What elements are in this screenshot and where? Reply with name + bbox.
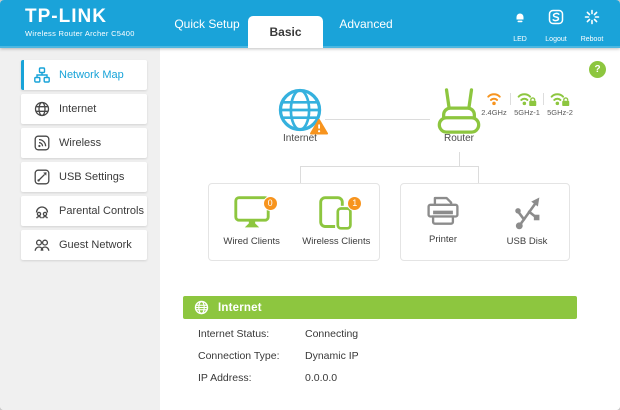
wired-clients-label: Wired Clients [210,236,294,247]
wired-clients-count-badge: 0 [263,196,278,211]
band-label: 5GHz-2 [545,108,575,117]
internet-status-row: Internet Status: Connecting [198,323,578,345]
internet-node[interactable] [277,87,323,133]
internet-node-label: Internet [248,133,352,144]
reboot-icon [584,9,600,25]
header-bar: TP-LINK Wireless Router Archer C5400 Qui… [0,0,620,48]
network-map-panel: ? Internet [160,48,620,410]
wireless-clients-label: Wireless Clients [294,236,378,247]
ip-address-value: 0.0.0.0 [305,372,337,384]
sidebar-item-guest-network[interactable]: Guest Network [21,230,147,260]
help-button[interactable]: ? [589,61,606,78]
usb-disk-item[interactable]: USB Disk [485,195,569,260]
wifi-secured-icon [550,91,570,106]
ip-address-row: IP Address: 0.0.0.0 [198,367,578,389]
header-actions: LED Logout Reboot [502,0,610,48]
led-label: LED [502,36,538,43]
reboot-label: Reboot [574,36,610,43]
router-node-label: Router [411,133,507,144]
brand-block: TP-LINK Wireless Router Archer C5400 [25,7,135,38]
guest-network-icon [34,237,50,253]
connection-type-value: Dynamic IP [305,350,359,362]
sidebar-item-label: USB Settings [59,171,124,183]
reboot-button[interactable]: Reboot [574,0,610,48]
peripherals-card: Printer USB Disk [400,183,570,261]
line-drop-peripherals [478,166,479,183]
wireless-icon [34,135,50,151]
clients-card: 0 Wired Clients 1 Wireless Clients [208,183,380,261]
internet-status-value: Connecting [305,328,358,340]
wireless-clients-item[interactable]: 1 Wireless Clients [294,195,378,260]
router-node[interactable] [436,87,482,135]
printer-item[interactable]: Printer [401,195,485,260]
parental-controls-icon [34,203,50,219]
internet-panel-rows: Internet Status: Connecting Connection T… [198,323,578,389]
wired-clients-item[interactable]: 0 Wired Clients [210,195,294,260]
sidebar-item-label: Network Map [59,69,124,81]
sidebar-item-internet[interactable]: Internet [21,94,147,124]
band-2-4ghz: 2.4GHz [479,91,509,117]
wifi-secured-icon [517,91,537,106]
printer-label: Printer [401,234,485,245]
sidebar-item-usb-settings[interactable]: USB Settings [21,162,147,192]
led-button[interactable]: LED [502,0,538,48]
band-divider [510,93,511,105]
sidebar-item-label: Guest Network [59,239,132,251]
internet-panel-header: Internet [183,296,577,319]
device-model-subtitle: Wireless Router Archer C5400 [25,29,135,38]
sidebar-item-label: Parental Controls [59,205,144,217]
row-label: Connection Type: [198,350,305,362]
line-internet-router [325,119,430,120]
band-label: 2.4GHz [479,108,509,117]
row-label: IP Address: [198,372,305,384]
router-admin-window: TP-LINK Wireless Router Archer C5400 Qui… [0,0,620,410]
globe-icon [194,300,209,315]
band-5ghz-1: 5GHz-1 [512,91,542,117]
main-tabs: Quick Setup Basic Advanced [166,0,409,48]
led-icon [512,9,528,25]
sidebar-item-label: Wireless [59,137,101,149]
router-icon [436,87,482,135]
wireless-bands: 2.4GHz 5GHz-1 [479,91,575,117]
tab-quick-setup[interactable]: Quick Setup [166,0,248,48]
tab-basic[interactable]: Basic [248,16,323,48]
logout-label: Logout [538,36,574,43]
band-label: 5GHz-1 [512,108,542,117]
brand-logo: TP-LINK [25,7,135,27]
internet-panel-title: Internet [218,302,262,314]
sidebar-item-parental-controls[interactable]: Parental Controls [21,196,147,226]
row-label: Internet Status: [198,328,305,340]
network-map-icon [34,67,50,83]
logout-button[interactable]: Logout [538,0,574,48]
wifi-alert-icon [484,91,504,106]
connection-type-row: Connection Type: Dynamic IP [198,345,578,367]
sidebar-nav: Network Map Internet Wireless [0,48,160,410]
usb-settings-icon [34,169,50,185]
usb-disk-icon [510,195,544,231]
usb-disk-label: USB Disk [485,236,569,247]
printer-icon [425,195,461,229]
sidebar-item-wireless[interactable]: Wireless [21,128,147,158]
sidebar-item-label: Internet [59,103,96,115]
logout-icon [548,9,564,25]
tab-advanced[interactable]: Advanced [323,0,409,48]
sidebar-item-network-map[interactable]: Network Map [21,60,147,90]
line-drop-clients [300,166,301,183]
band-divider [543,93,544,105]
band-5ghz-2: 5GHz-2 [545,91,575,117]
line-branch-horizontal [300,166,479,167]
globe-icon [34,101,50,117]
wireless-clients-count-badge: 1 [347,196,362,211]
line-router-stub [459,152,460,166]
